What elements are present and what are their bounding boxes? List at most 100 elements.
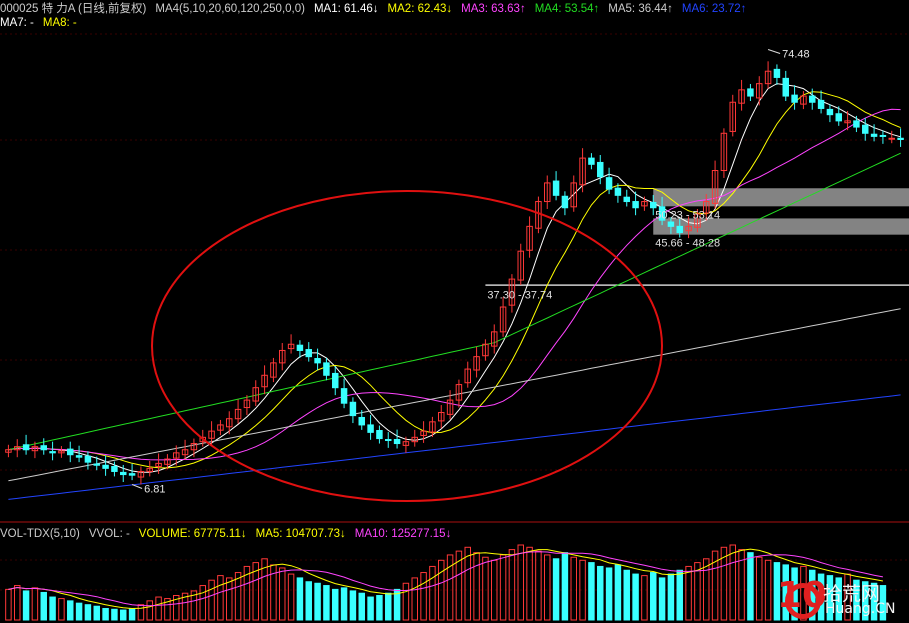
candle-body-94 xyxy=(835,113,842,122)
volume-bar-3 xyxy=(31,587,39,621)
ma-value-5: MA5: 36.44↑ xyxy=(608,3,673,15)
ma-value-1: MA1: 61.46↓ xyxy=(313,3,379,15)
ma-lines xyxy=(8,83,901,500)
stock-title: 000025 特 力A (日线,前复权) xyxy=(0,3,147,15)
volume-bar-25 xyxy=(226,577,233,621)
volume-bar-46 xyxy=(411,577,418,621)
candle-body-44 xyxy=(393,439,401,445)
candle-body-71 xyxy=(632,201,639,209)
candle-body-10 xyxy=(93,463,100,466)
watermark-number: 10 xyxy=(777,575,828,616)
candle-body-42 xyxy=(376,430,383,440)
volume-name: VOL-TDX(5,10) xyxy=(0,528,80,540)
candle-body-7 xyxy=(67,448,74,456)
candle-body-92 xyxy=(817,99,825,109)
candle-body-40 xyxy=(358,416,365,426)
volume-bar-75 xyxy=(667,573,675,621)
volume-bar-68 xyxy=(605,567,613,621)
volume-bar-61 xyxy=(544,554,551,621)
candle-body-37 xyxy=(332,372,339,389)
volume-bar-1 xyxy=(14,585,21,621)
volume-bar-53 xyxy=(473,552,480,621)
ma-set-label: MA4(5,10,20,60,120,250,0,0) xyxy=(155,3,305,15)
volume-bar-70 xyxy=(623,569,630,621)
candle-body-62 xyxy=(552,180,560,196)
volume-bar-69 xyxy=(614,564,622,621)
volume-bar-43 xyxy=(385,592,392,621)
volume-bar-84 xyxy=(747,552,754,621)
volume-bar-58 xyxy=(517,544,524,621)
candle-body-69 xyxy=(614,187,622,196)
watermark-logo: 10 拾荒网 Huang.CN xyxy=(777,575,903,621)
candle-body-100 xyxy=(888,137,895,140)
volume-bar-45 xyxy=(402,582,410,621)
candle-body-101 xyxy=(897,137,904,140)
candle-body-87 xyxy=(773,68,781,78)
volume-bar-64 xyxy=(570,556,577,621)
high-pointer xyxy=(767,49,781,54)
candle-body-41 xyxy=(367,424,374,433)
watermark-en: Huang.CN xyxy=(825,601,896,617)
candle-body-33 xyxy=(296,344,304,351)
candle-body-99 xyxy=(879,134,887,137)
candle-body-96 xyxy=(853,120,860,128)
volume-bar-12 xyxy=(111,608,118,621)
volume-bar-23 xyxy=(208,579,215,621)
volume-bar-66 xyxy=(588,562,595,621)
volume-bar-24 xyxy=(217,575,224,621)
candle-body-36 xyxy=(323,362,330,376)
volume-bar-71 xyxy=(632,573,639,621)
volume-bar-67 xyxy=(597,565,604,621)
candle-body-34 xyxy=(305,349,312,358)
volume-bar-42 xyxy=(376,595,383,621)
low-pointer xyxy=(131,484,143,489)
ma-line-MA5 xyxy=(8,308,901,482)
ma-value-2: MA2: 62.43↓ xyxy=(387,3,453,15)
volume-bar-82 xyxy=(729,544,736,621)
volume-bar-5 xyxy=(49,596,56,621)
candle-body-11 xyxy=(102,464,109,469)
ma7-label: MA7: - xyxy=(0,17,34,29)
candle-body-67 xyxy=(597,161,604,178)
volume-bar-10 xyxy=(93,605,100,621)
high-label: 74.48 xyxy=(782,49,810,61)
candle-body-73 xyxy=(650,201,657,209)
gap-label-2: 45.66 - 48.28 xyxy=(655,238,720,250)
candle-body-97 xyxy=(862,124,869,134)
candle-body-66 xyxy=(588,157,595,165)
volume-bars xyxy=(5,544,887,621)
ma-value-3: MA3: 63.63↑ xyxy=(461,3,526,15)
candle-body-14 xyxy=(128,473,136,476)
volume-bar-6 xyxy=(58,598,65,621)
candle-body-93 xyxy=(826,108,834,116)
candle-body-5 xyxy=(49,451,56,454)
volume-bar-73 xyxy=(650,572,657,621)
volume-bar-33 xyxy=(296,577,304,621)
chart-grid xyxy=(0,33,909,591)
volume-bar-17 xyxy=(155,596,162,621)
volume-bar-38 xyxy=(340,587,348,621)
low-label: 6.81 xyxy=(144,483,165,495)
candle-body-98 xyxy=(870,133,878,137)
volume-bar-40 xyxy=(358,592,365,621)
volume-bar-48 xyxy=(429,565,436,621)
ma-line-MA2 xyxy=(8,91,901,469)
volume-bar-76 xyxy=(676,569,683,621)
candle-body-12 xyxy=(111,465,118,472)
volume-value-3: MA10: 125277.15↓ xyxy=(354,528,452,540)
highlight-ellipse xyxy=(151,190,663,502)
volume-bar-85 xyxy=(756,556,763,621)
volume-value-1: VOLUME: 67775.11↓ xyxy=(138,528,247,540)
candle-body-63 xyxy=(561,195,569,209)
volume-bar-31 xyxy=(279,567,286,621)
ma8-label: MA8: - xyxy=(42,17,77,29)
candle-body-84 xyxy=(747,88,754,97)
candle-body-39 xyxy=(349,401,357,417)
volume-header: VOL-TDX(5,10) VVOL: - VOLUME: 67775.11↓ MA5… xyxy=(0,526,469,542)
candle-body-76 xyxy=(676,225,683,234)
candle-body-4 xyxy=(40,445,47,451)
volume-bar-11 xyxy=(102,608,109,621)
volume-bar-63 xyxy=(561,552,569,621)
gap-label-0: 37.30 - 37.74 xyxy=(487,290,552,302)
volume-bar-52 xyxy=(464,546,471,621)
